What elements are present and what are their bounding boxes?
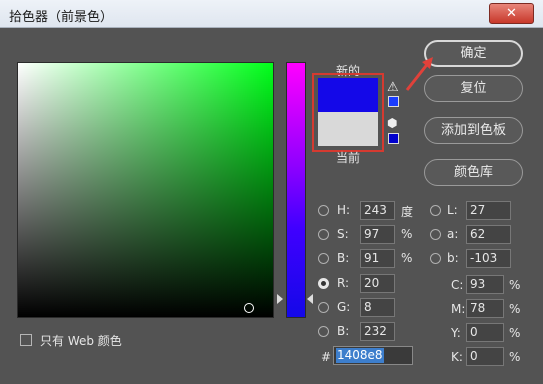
yellow-input[interactable]: 0: [466, 323, 504, 342]
radio-lab-l[interactable]: [430, 205, 441, 216]
cube-icon[interactable]: ⬢: [387, 116, 397, 130]
color-libraries-button[interactable]: 颜色库: [424, 159, 523, 186]
hue-label: H:: [337, 203, 351, 217]
current-color-label: 当前: [336, 151, 361, 165]
magenta-unit: %: [509, 302, 521, 316]
saturation-unit: %: [401, 227, 413, 241]
cyan-input[interactable]: 93: [466, 275, 504, 294]
hue-slider[interactable]: [286, 62, 306, 318]
lab-a-label: a:: [447, 227, 459, 241]
yellow-label: Y:: [451, 326, 461, 340]
hex-value: 1408e8: [336, 348, 384, 363]
web-colors-checkbox[interactable]: [20, 334, 32, 346]
gamut-warning-swatch[interactable]: [388, 96, 399, 107]
color-field[interactable]: [17, 62, 274, 318]
magenta-input[interactable]: 78: [466, 299, 504, 318]
annotation-arrow: [405, 57, 433, 91]
saturation-input[interactable]: 97: [360, 225, 395, 244]
hue-unit: 度: [401, 205, 414, 219]
blue-label: B:: [337, 324, 350, 338]
saturation-label: S:: [337, 227, 349, 241]
current-color-swatch[interactable]: [318, 112, 378, 146]
brightness-label: B:: [337, 251, 350, 265]
new-color-swatch: [318, 78, 378, 112]
web-safe-swatch[interactable]: [388, 133, 399, 144]
close-button[interactable]: ✕: [489, 3, 534, 24]
cyan-unit: %: [509, 278, 521, 292]
lab-b-input[interactable]: -103: [466, 249, 511, 268]
hue-slider-right-handle[interactable]: [307, 294, 313, 304]
blue-input[interactable]: 232: [360, 322, 395, 341]
cyan-label: C:: [451, 278, 464, 292]
red-label: R:: [337, 276, 350, 290]
lab-l-input[interactable]: 27: [466, 201, 511, 220]
hex-label: #: [321, 350, 332, 364]
hex-input[interactable]: 1408e8: [333, 346, 413, 365]
radio-hue[interactable]: [318, 205, 329, 216]
window-title: 拾色器（前景色）: [9, 10, 114, 25]
add-to-swatches-button[interactable]: 添加到色板: [424, 117, 523, 144]
radio-lab-a[interactable]: [430, 229, 441, 240]
brightness-input[interactable]: 91: [360, 249, 395, 268]
warning-icon[interactable]: ⚠: [387, 80, 399, 95]
radio-brightness[interactable]: [318, 253, 329, 264]
brightness-unit: %: [401, 251, 413, 265]
lab-b-label: b:: [447, 251, 459, 265]
radio-lab-b[interactable]: [430, 253, 441, 264]
hue-input[interactable]: 243: [360, 201, 395, 220]
yellow-unit: %: [509, 326, 521, 340]
radio-saturation[interactable]: [318, 229, 329, 240]
magenta-label: M:: [451, 302, 466, 316]
radio-blue[interactable]: [318, 326, 329, 337]
lab-a-input[interactable]: 62: [466, 225, 511, 244]
ok-button[interactable]: 确定: [424, 40, 523, 67]
black-unit: %: [509, 350, 521, 364]
green-input[interactable]: 8: [360, 298, 395, 317]
web-colors-label: 只有 Web 颜色: [40, 334, 122, 348]
title-bar: 拾色器（前景色） ✕: [0, 0, 543, 28]
radio-red[interactable]: [318, 278, 329, 289]
reset-button[interactable]: 复位: [424, 75, 523, 102]
red-input[interactable]: 20: [360, 274, 395, 293]
radio-green[interactable]: [318, 302, 329, 313]
hue-slider-left-handle[interactable]: [277, 294, 283, 304]
lab-l-label: L:: [447, 203, 458, 217]
green-label: G:: [337, 300, 351, 314]
black-label: K:: [451, 350, 463, 364]
color-field-marker[interactable]: [244, 303, 254, 313]
black-input[interactable]: 0: [466, 347, 504, 366]
